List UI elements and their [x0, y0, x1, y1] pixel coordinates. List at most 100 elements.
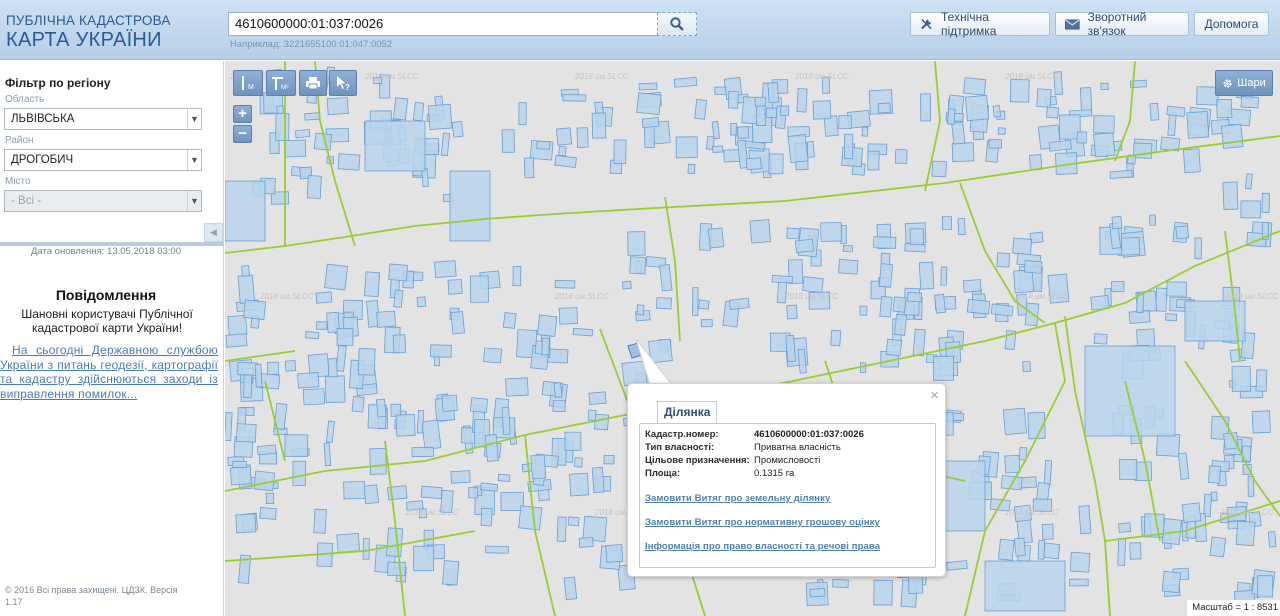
land-parcel[interactable]: [434, 260, 457, 279]
land-parcel[interactable]: [1100, 82, 1109, 91]
land-parcel[interactable]: [315, 291, 333, 304]
land-parcel[interactable]: [1240, 96, 1259, 109]
land-parcel[interactable]: [984, 560, 1066, 612]
land-parcel[interactable]: [997, 127, 1006, 135]
land-parcel[interactable]: [692, 287, 699, 316]
land-parcel[interactable]: [812, 100, 832, 120]
land-parcel[interactable]: [335, 345, 347, 372]
land-parcel[interactable]: [469, 397, 489, 414]
land-parcel[interactable]: [591, 466, 605, 494]
land-parcel[interactable]: [767, 82, 780, 104]
land-parcel[interactable]: [442, 560, 460, 586]
ownership-info-link[interactable]: Інформація про право власності та речові…: [645, 541, 880, 552]
land-parcel[interactable]: [1093, 132, 1116, 158]
land-parcel[interactable]: [480, 482, 499, 492]
land-parcel[interactable]: [786, 304, 798, 320]
land-parcel[interactable]: [1161, 570, 1182, 594]
land-parcel[interactable]: [711, 120, 721, 140]
land-parcel[interactable]: [536, 314, 558, 338]
land-parcel[interactable]: [502, 312, 517, 329]
land-parcel[interactable]: [940, 266, 948, 286]
land-parcel[interactable]: [416, 409, 425, 434]
land-parcel[interactable]: [395, 413, 416, 437]
land-parcel[interactable]: [243, 299, 267, 320]
land-parcel[interactable]: [267, 361, 279, 375]
land-parcel[interactable]: [591, 112, 607, 139]
land-parcel[interactable]: [387, 561, 406, 576]
land-parcel[interactable]: [1244, 173, 1253, 190]
land-parcel[interactable]: [730, 122, 738, 136]
land-parcel[interactable]: [843, 133, 854, 160]
land-parcel[interactable]: [536, 140, 551, 150]
land-parcel[interactable]: [1084, 345, 1176, 437]
land-parcel[interactable]: [768, 153, 784, 175]
land-parcel[interactable]: [1093, 333, 1108, 345]
land-parcel[interactable]: [530, 454, 547, 480]
land-parcel[interactable]: [996, 252, 1010, 268]
land-parcel[interactable]: [621, 280, 632, 290]
land-parcel[interactable]: [909, 228, 924, 246]
land-parcel[interactable]: [771, 274, 793, 284]
land-parcel[interactable]: [963, 77, 987, 96]
search-button[interactable]: [657, 12, 697, 36]
land-parcel[interactable]: [736, 126, 750, 139]
collapse-sidebar-button[interactable]: ◀: [204, 223, 223, 242]
land-parcel[interactable]: [1036, 88, 1052, 108]
land-parcel[interactable]: [1209, 536, 1227, 558]
land-parcel[interactable]: [500, 491, 524, 512]
land-parcel[interactable]: [629, 256, 647, 275]
land-parcel[interactable]: [227, 314, 248, 337]
land-parcel[interactable]: [1132, 142, 1153, 159]
land-parcel[interactable]: [413, 545, 435, 572]
land-parcel[interactable]: [873, 579, 893, 606]
land-parcel[interactable]: [962, 279, 982, 293]
land-parcel[interactable]: [302, 388, 326, 406]
land-parcel[interactable]: [485, 545, 509, 554]
land-parcel[interactable]: [1208, 465, 1221, 484]
land-parcel[interactable]: [567, 516, 580, 527]
land-parcel[interactable]: [931, 160, 947, 178]
cadastral-search-input[interactable]: 4610600000:01:037:0026: [228, 12, 658, 36]
land-parcel[interactable]: [920, 93, 932, 122]
measure-distance-button[interactable]: M: [233, 70, 263, 96]
land-parcel[interactable]: [229, 466, 252, 486]
land-parcel[interactable]: [694, 98, 708, 120]
land-parcel[interactable]: [638, 82, 658, 91]
land-parcel[interactable]: [294, 128, 311, 139]
land-parcel[interactable]: [1045, 106, 1060, 119]
land-parcel[interactable]: [451, 120, 464, 138]
land-parcel[interactable]: [440, 132, 451, 157]
land-parcel[interactable]: [659, 263, 673, 292]
land-parcel[interactable]: [447, 279, 463, 295]
land-parcel[interactable]: [1118, 522, 1132, 533]
land-parcel[interactable]: [912, 328, 926, 357]
land-parcel[interactable]: [324, 375, 346, 404]
land-parcel[interactable]: [1165, 313, 1178, 322]
land-parcel[interactable]: [480, 507, 493, 527]
land-parcel[interactable]: [745, 157, 762, 171]
land-parcel[interactable]: [553, 382, 563, 398]
land-parcel[interactable]: [225, 180, 266, 242]
land-parcel[interactable]: [232, 460, 247, 469]
land-parcel[interactable]: [787, 134, 809, 164]
land-parcel[interactable]: [627, 231, 646, 256]
land-parcel[interactable]: [505, 377, 529, 397]
land-parcel[interactable]: [351, 396, 365, 413]
print-button[interactable]: [299, 70, 327, 96]
land-parcel[interactable]: [785, 334, 796, 363]
land-parcel[interactable]: [1216, 98, 1233, 119]
land-parcel[interactable]: [687, 163, 696, 174]
land-parcel[interactable]: [305, 331, 320, 340]
land-parcel[interactable]: [809, 588, 826, 598]
land-parcel[interactable]: [990, 303, 1014, 317]
land-parcel[interactable]: [1149, 102, 1160, 121]
land-parcel[interactable]: [284, 360, 297, 372]
land-parcel[interactable]: [518, 505, 543, 531]
land-parcel[interactable]: [1220, 123, 1244, 149]
land-parcel[interactable]: [562, 94, 587, 102]
land-parcel[interactable]: [636, 304, 645, 316]
land-parcel[interactable]: [603, 454, 615, 465]
land-parcel[interactable]: [765, 107, 778, 119]
land-parcel[interactable]: [1261, 192, 1270, 213]
land-parcel[interactable]: [554, 154, 577, 168]
